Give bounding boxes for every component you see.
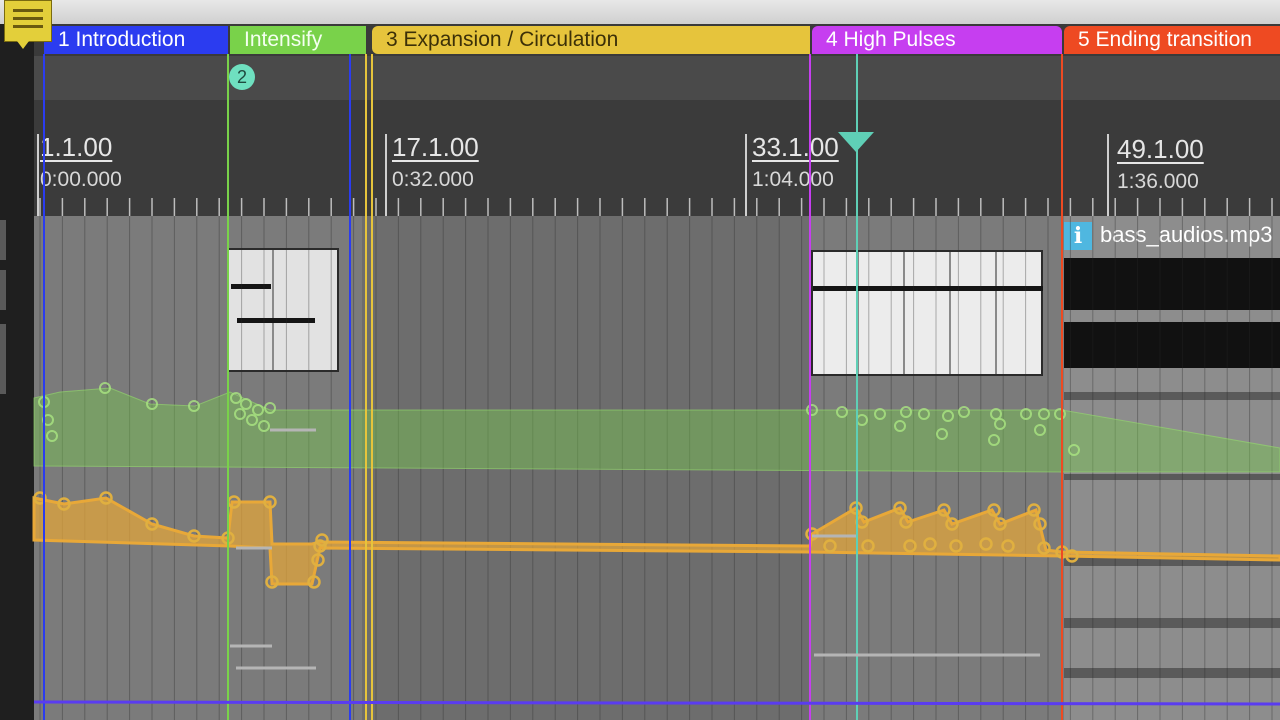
automation-baseline	[33, 700, 1280, 706]
note-icon[interactable]	[4, 0, 52, 49]
locator-intensify[interactable]: Intensify	[230, 26, 366, 54]
locator-ending-transition[interactable]: 5 Ending transition	[1064, 26, 1280, 54]
ruler-ticks	[37, 134, 1273, 216]
locator-expansion-circulation[interactable]: 3 Expansion / Circulation	[372, 26, 810, 54]
locator-introduction[interactable]: 1 Introduction	[44, 26, 228, 54]
automation-overlay	[32, 54, 1280, 720]
locator-high-pulses[interactable]: 4 High Pulses	[812, 26, 1062, 54]
locator-number-badge[interactable]: 2	[229, 64, 255, 90]
playhead-marker-icon[interactable]	[838, 132, 874, 152]
